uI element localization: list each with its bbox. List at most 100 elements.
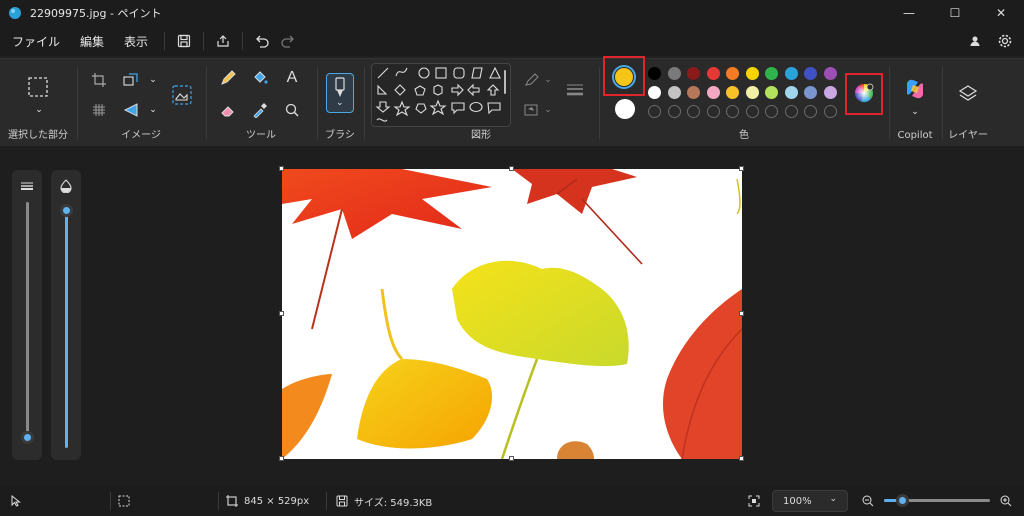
palette-color-swatch[interactable] bbox=[804, 86, 817, 99]
secondary-color-button[interactable] bbox=[615, 99, 635, 119]
stroke-size-button[interactable] bbox=[563, 79, 587, 101]
image-background-button[interactable] bbox=[170, 83, 194, 107]
file-size: サイズ: 549.3KB bbox=[336, 494, 432, 509]
brush-size-thumb[interactable] bbox=[21, 431, 34, 444]
opacity-thumb[interactable] bbox=[60, 204, 73, 217]
custom-color-slot[interactable] bbox=[648, 105, 661, 118]
palette-color-swatch[interactable] bbox=[667, 67, 681, 80]
palette-color-swatch[interactable] bbox=[687, 67, 700, 80]
custom-color-slot[interactable] bbox=[667, 105, 681, 118]
rectangle-select-icon bbox=[28, 77, 48, 97]
save-button[interactable] bbox=[171, 28, 197, 54]
image-canvas[interactable] bbox=[282, 169, 742, 459]
menu-view[interactable]: 表示 bbox=[114, 33, 158, 50]
zoom-out-button[interactable] bbox=[862, 495, 874, 507]
share-button[interactable] bbox=[210, 28, 236, 54]
text-tool[interactable]: A bbox=[281, 67, 303, 89]
brush-button[interactable]: ⌄ bbox=[326, 73, 354, 113]
primary-color-button[interactable] bbox=[612, 65, 636, 89]
palette-color-swatch[interactable] bbox=[706, 86, 720, 99]
flip-button[interactable] bbox=[120, 99, 142, 121]
outline-dropdown[interactable]: ⌄ bbox=[537, 69, 559, 91]
shapes-group-label: 図形 bbox=[471, 130, 491, 141]
resize-handle-top-left[interactable] bbox=[279, 166, 284, 171]
resize-button[interactable] bbox=[120, 69, 142, 91]
paint-bucket-icon bbox=[254, 71, 268, 84]
close-button[interactable]: ✕ bbox=[978, 0, 1024, 26]
brush-size-track[interactable] bbox=[26, 202, 29, 438]
custom-color-slot[interactable] bbox=[784, 105, 798, 118]
menu-edit[interactable]: 編集 bbox=[70, 33, 114, 50]
palette-color-swatch[interactable] bbox=[706, 67, 720, 80]
resize-handle-bottom-left[interactable] bbox=[279, 456, 284, 461]
custom-color-slot[interactable] bbox=[804, 105, 817, 118]
palette-color-swatch[interactable] bbox=[648, 86, 661, 99]
undo-button[interactable] bbox=[249, 28, 275, 54]
palette-color-swatch[interactable] bbox=[784, 67, 798, 80]
palette-color-swatch[interactable] bbox=[745, 86, 759, 99]
copilot-icon bbox=[907, 79, 923, 99]
settings-button[interactable] bbox=[992, 28, 1018, 54]
edit-colors-button[interactable] bbox=[853, 82, 875, 104]
custom-color-slot[interactable] bbox=[726, 105, 739, 118]
copilot-dropdown[interactable]: ⌄ bbox=[904, 101, 926, 123]
palette-color-swatch[interactable] bbox=[726, 86, 739, 99]
resize-handle-top-right[interactable] bbox=[739, 166, 744, 171]
zoom-slider-thumb[interactable] bbox=[896, 494, 909, 507]
resize-handle-bottom[interactable] bbox=[509, 456, 514, 461]
custom-color-slot[interactable] bbox=[765, 105, 778, 118]
resize-handle-left[interactable] bbox=[279, 311, 284, 316]
copilot-button[interactable] bbox=[903, 77, 927, 101]
custom-color-slot[interactable] bbox=[745, 105, 759, 118]
palette-color-swatch[interactable] bbox=[823, 86, 837, 99]
palette-color-swatch[interactable] bbox=[726, 67, 739, 80]
menu-file[interactable]: ファイル bbox=[2, 33, 70, 50]
image-select-button[interactable] bbox=[88, 99, 110, 121]
resize-handle-right[interactable] bbox=[739, 311, 744, 316]
custom-color-slot[interactable] bbox=[706, 105, 720, 118]
redo-button[interactable] bbox=[275, 28, 301, 54]
flip-dropdown[interactable]: ⌄ bbox=[142, 99, 164, 121]
status-divider bbox=[110, 492, 111, 510]
resize-handle-bottom-right[interactable] bbox=[739, 456, 744, 461]
color-picker-tool[interactable] bbox=[249, 99, 271, 121]
fill-style-dropdown[interactable]: ⌄ bbox=[537, 99, 559, 121]
crop-icon bbox=[92, 73, 106, 87]
custom-color-slot[interactable] bbox=[687, 105, 700, 118]
selection-dropdown[interactable]: ⌄ bbox=[28, 99, 50, 121]
fill-tool[interactable] bbox=[249, 67, 271, 89]
custom-color-slot[interactable] bbox=[823, 105, 837, 118]
palette-color-swatch[interactable] bbox=[823, 67, 837, 80]
minimize-button[interactable]: — bbox=[886, 0, 932, 26]
layers-group-label: レイヤー bbox=[948, 130, 988, 141]
resize-dropdown[interactable]: ⌄ bbox=[142, 69, 164, 91]
zoom-select[interactable]: 100% ⌄ bbox=[772, 490, 848, 512]
fit-to-window-button[interactable] bbox=[748, 495, 760, 507]
palette-color-swatch[interactable] bbox=[745, 67, 759, 80]
opacity-fill[interactable] bbox=[65, 210, 68, 448]
palette-color-swatch[interactable] bbox=[784, 86, 798, 99]
pencil-tool[interactable] bbox=[217, 67, 239, 89]
magnifier-tool[interactable] bbox=[281, 99, 303, 121]
image-group: ⌄ ⌄ イメージ bbox=[78, 59, 204, 147]
shapes-gallery[interactable] bbox=[371, 63, 511, 127]
resize-handle-top[interactable] bbox=[509, 166, 514, 171]
menu-divider bbox=[164, 32, 166, 50]
selection-tool-button[interactable] bbox=[26, 75, 50, 99]
maximize-button[interactable]: ☐ bbox=[932, 0, 978, 26]
palette-color-swatch[interactable] bbox=[765, 86, 778, 99]
palette-color-swatch[interactable] bbox=[765, 67, 778, 80]
crop-button[interactable] bbox=[88, 69, 110, 91]
zoom-slider-track[interactable] bbox=[884, 494, 990, 507]
paint-app-icon bbox=[9, 7, 21, 19]
shapes-scrollbar[interactable] bbox=[504, 70, 506, 94]
palette-color-swatch[interactable] bbox=[687, 86, 700, 99]
layers-button[interactable] bbox=[957, 83, 979, 105]
palette-color-swatch[interactable] bbox=[804, 67, 817, 80]
eraser-tool[interactable] bbox=[217, 99, 239, 121]
palette-color-swatch[interactable] bbox=[667, 86, 681, 99]
palette-color-swatch[interactable] bbox=[648, 67, 661, 80]
zoom-in-button[interactable] bbox=[1000, 495, 1012, 507]
account-button[interactable] bbox=[962, 28, 988, 54]
flip-icon bbox=[123, 103, 138, 117]
